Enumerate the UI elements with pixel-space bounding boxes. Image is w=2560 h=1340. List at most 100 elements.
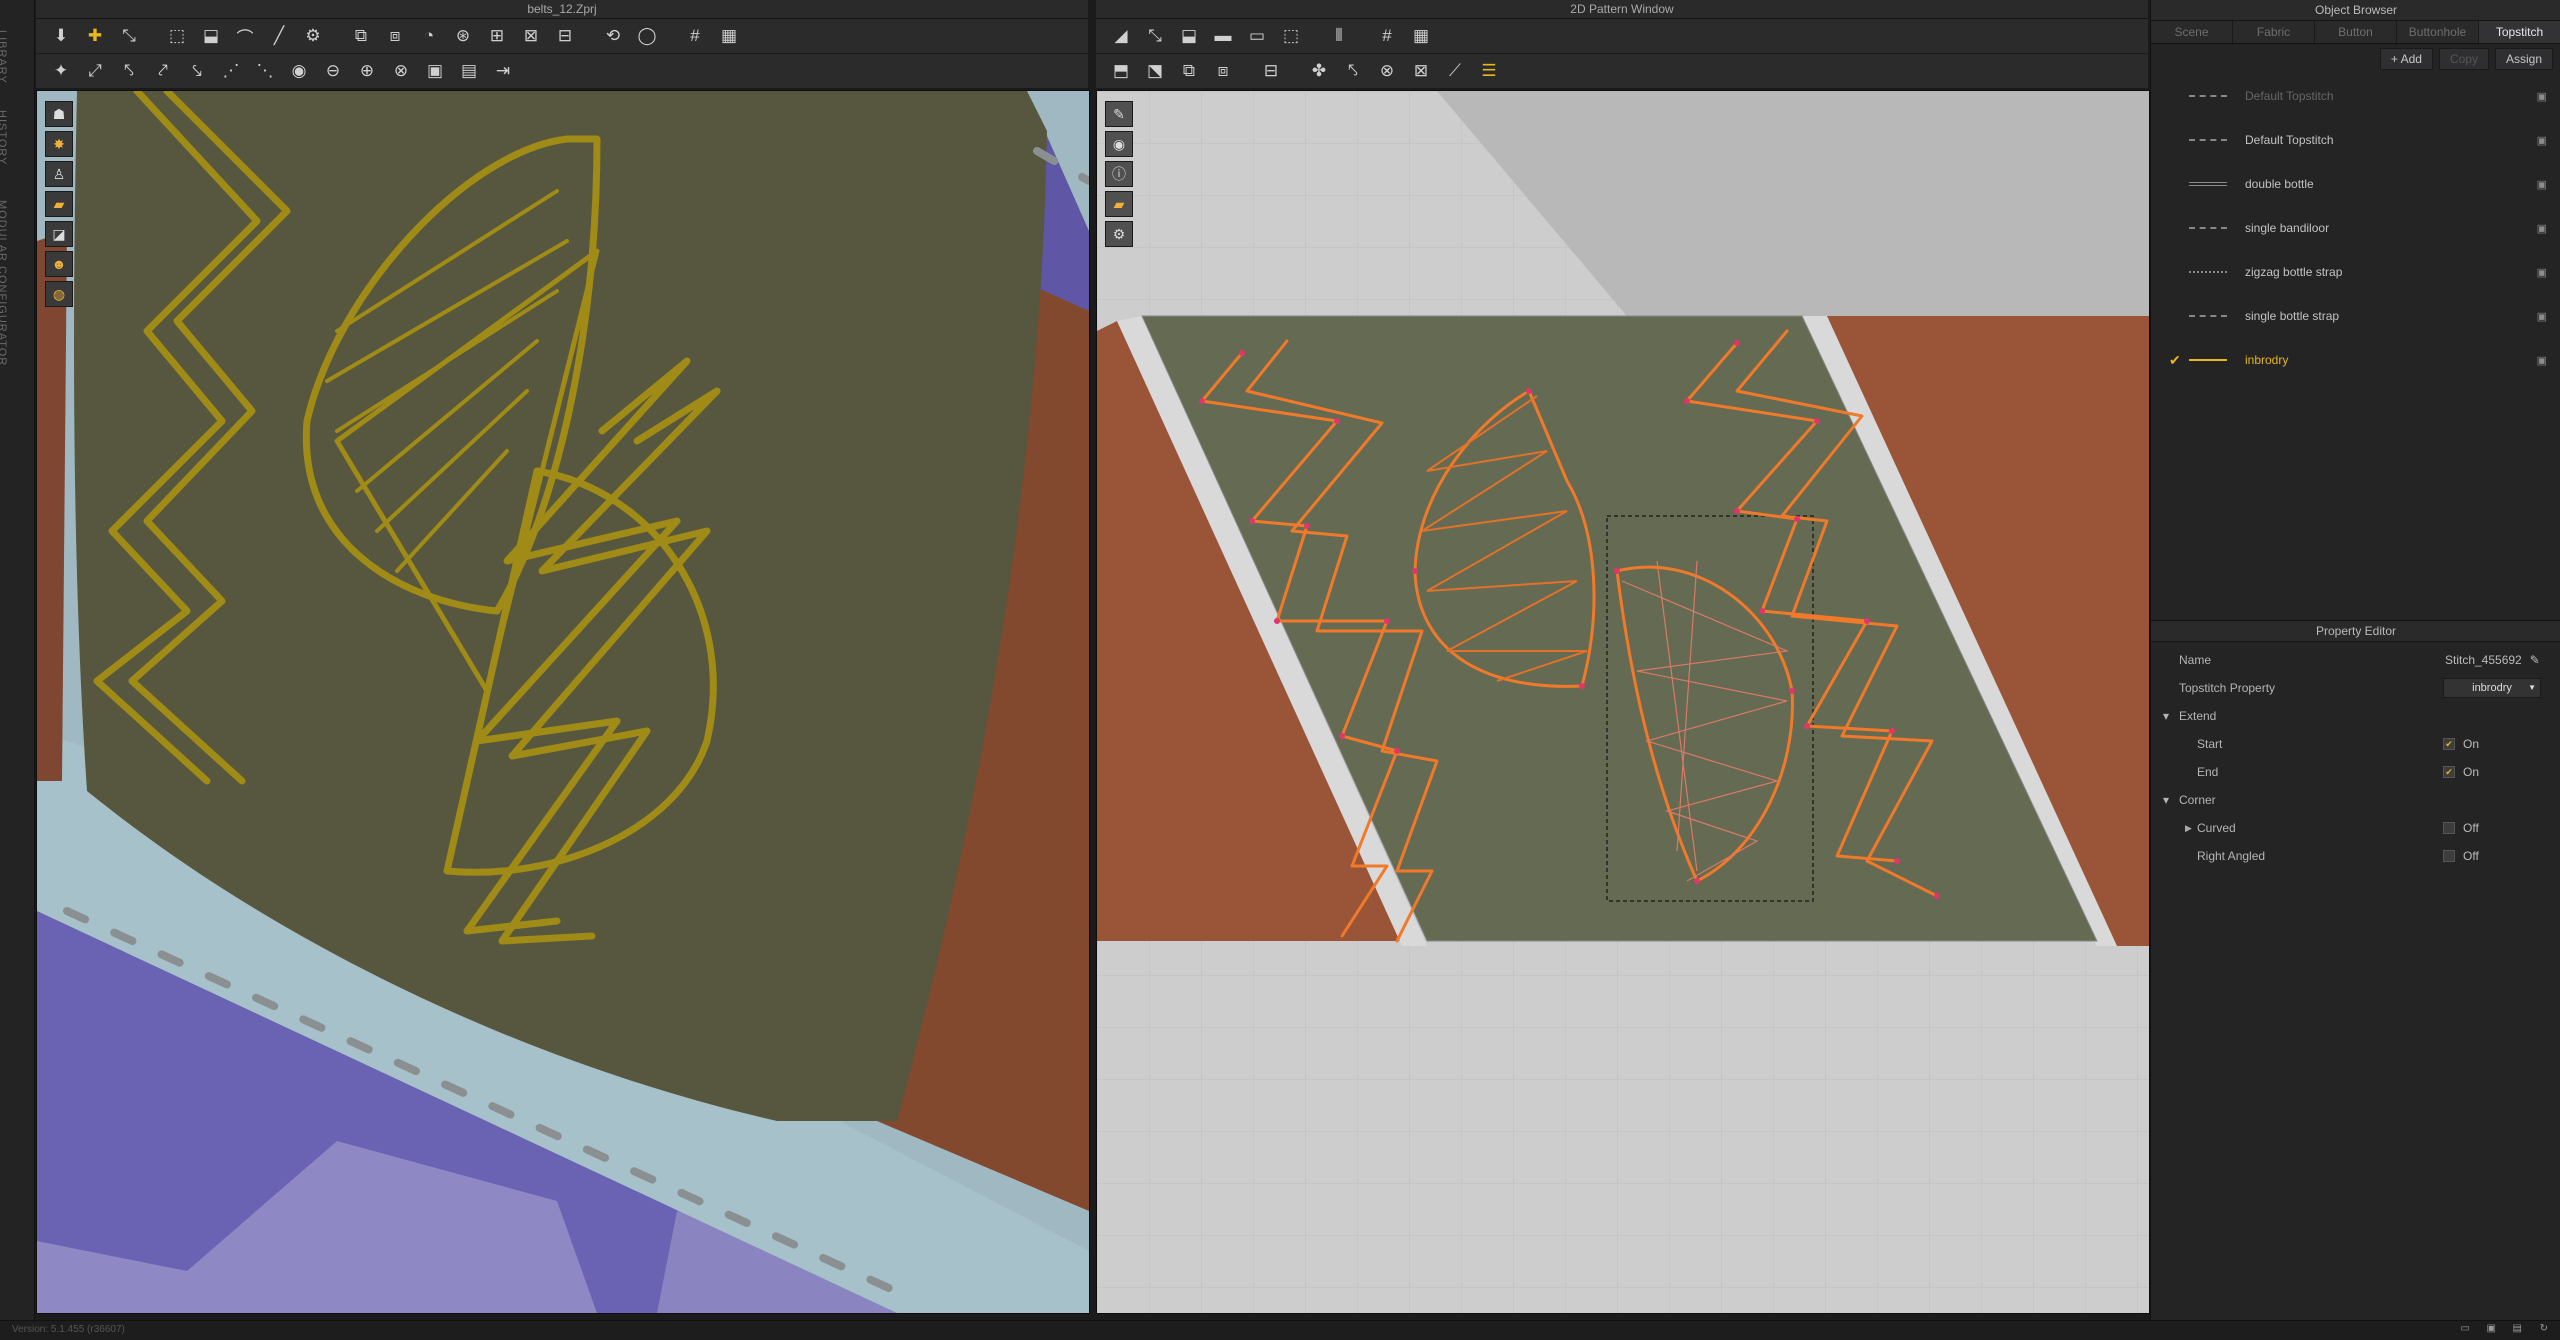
- list-item[interactable]: double bottle ▣: [2151, 162, 2560, 206]
- fold-icon[interactable]: ⊞: [482, 22, 512, 50]
- dart-icon[interactable]: ⦀: [1324, 22, 1354, 50]
- library-tab[interactable]: LIBRARY: [0, 30, 8, 84]
- elastic-icon[interactable]: ⤤: [148, 57, 178, 85]
- 3d-view-icon[interactable]: ▣: [2487, 1323, 2496, 1334]
- layer-icon[interactable]: ⊟: [550, 22, 580, 50]
- name-field[interactable]: Stitch_455692 ✎: [2445, 653, 2540, 667]
- mesh-icon[interactable]: ▦: [714, 22, 744, 50]
- line-icon[interactable]: ╱: [264, 22, 294, 50]
- 2d-view-icon[interactable]: ▤: [2513, 1323, 2522, 1334]
- edit-curve-icon[interactable]: ⌒: [230, 22, 260, 50]
- rectangle-icon[interactable]: ▭: [1242, 22, 1272, 50]
- refresh-icon[interactable]: ↻: [2540, 1323, 2548, 1334]
- arrange-icon[interactable]: ⊛: [448, 22, 478, 50]
- save-icon[interactable]: ▣: [2537, 310, 2547, 323]
- polygon-icon[interactable]: ▬: [1208, 22, 1238, 50]
- pattern-display-icon[interactable]: ✎: [1105, 101, 1133, 127]
- trim-icon[interactable]: ⊕: [352, 57, 382, 85]
- segment-topstitch-icon[interactable]: ⤣: [1338, 57, 1368, 85]
- stitch-icon[interactable]: ⊠: [516, 22, 546, 50]
- avatar-display-icon[interactable]: ☗: [45, 101, 73, 127]
- tab-topstitch[interactable]: Topstitch: [2479, 21, 2560, 43]
- tack-icon[interactable]: ⚙: [298, 22, 328, 50]
- right-angled-checkbox[interactable]: [2443, 850, 2455, 862]
- pin-icon[interactable]: ◔: [414, 22, 444, 50]
- avatar-icon[interactable]: ♙: [45, 161, 73, 187]
- environment-icon[interactable]: ◍: [45, 281, 73, 307]
- measure2d-icon[interactable]: ⟋: [1440, 57, 1470, 85]
- save-icon[interactable]: ▣: [2537, 90, 2547, 103]
- fabric-display-icon[interactable]: ▰: [1105, 191, 1133, 217]
- strap-icon[interactable]: ⤣: [114, 57, 144, 85]
- copy-button[interactable]: Copy: [2438, 48, 2489, 70]
- avatar-pose-icon[interactable]: ✦: [46, 57, 76, 85]
- free-sew2d-icon[interactable]: ⧈: [1208, 57, 1238, 85]
- texture-display-icon[interactable]: ◪: [45, 221, 73, 247]
- list-item[interactable]: single bandiloor ▣: [2151, 206, 2560, 250]
- tab-scene[interactable]: Scene: [2151, 21, 2233, 43]
- ruler-icon[interactable]: ☰: [1474, 57, 1504, 85]
- edit-curvature-icon[interactable]: ⬓: [1174, 22, 1204, 50]
- info-icon[interactable]: ⓘ: [1105, 161, 1133, 187]
- extend-section[interactable]: ▾ Extend: [2151, 702, 2560, 730]
- skin-icon[interactable]: ☻: [45, 251, 73, 277]
- edit-pattern-icon[interactable]: ⤡: [1140, 22, 1170, 50]
- graphic-icon[interactable]: ⊗: [386, 57, 416, 85]
- transform-icon[interactable]: ⬓: [196, 22, 226, 50]
- fabric-icon[interactable]: ▤: [454, 57, 484, 85]
- tape-icon[interactable]: ⟲: [598, 22, 628, 50]
- save-icon[interactable]: ▣: [2537, 134, 2547, 147]
- tab-button[interactable]: Button: [2315, 21, 2397, 43]
- corner-section[interactable]: ▾ Corner: [2151, 786, 2560, 814]
- button-icon[interactable]: ◉: [284, 57, 314, 85]
- tab-buttonhole[interactable]: Buttonhole: [2397, 21, 2479, 43]
- visibility-icon[interactable]: ◉: [1105, 131, 1133, 157]
- zip-icon[interactable]: ⤥: [182, 57, 212, 85]
- lasso-icon[interactable]: ◯: [632, 22, 662, 50]
- modular-configurator-tab[interactable]: MODULAR CONFIGURATOR: [0, 200, 8, 366]
- save-icon[interactable]: ▣: [2537, 178, 2547, 191]
- chevron-right-icon[interactable]: ▶: [2185, 823, 2192, 834]
- free-topstitch-icon[interactable]: ⊗: [1372, 57, 1402, 85]
- list-item[interactable]: zigzag bottle strap ▣: [2151, 250, 2560, 294]
- start-checkbox[interactable]: ✔: [2443, 738, 2455, 750]
- add-point-icon[interactable]: ✚: [80, 22, 110, 50]
- binding-icon[interactable]: ⬔: [1140, 57, 1170, 85]
- transform-pattern-icon[interactable]: ◢: [1106, 22, 1136, 50]
- topstitch-property-dropdown[interactable]: inbrodry ▼: [2443, 678, 2541, 698]
- seam-allowance-icon[interactable]: ⬒: [1106, 57, 1136, 85]
- edit-topstitch-icon[interactable]: ⊠: [1406, 57, 1436, 85]
- segment-sew-icon[interactable]: ⧉: [346, 22, 376, 50]
- render-icon[interactable]: ✸: [45, 131, 73, 157]
- list-item[interactable]: Default Topstitch ▣: [2151, 118, 2560, 162]
- add-button[interactable]: + Add: [2379, 48, 2433, 70]
- move-icon[interactable]: ⬇: [46, 22, 76, 50]
- assign-button[interactable]: Assign: [2494, 48, 2553, 70]
- mesh2d-icon[interactable]: ▦: [1406, 22, 1436, 50]
- pencil-icon[interactable]: ✎: [2530, 653, 2540, 667]
- buttonhole-icon[interactable]: ⊖: [318, 57, 348, 85]
- grid-edit-icon[interactable]: #: [680, 22, 710, 50]
- garment-display-icon[interactable]: ▰: [45, 191, 73, 217]
- topstitch2d-icon[interactable]: ✤: [1304, 57, 1334, 85]
- end-checkbox[interactable]: ✔: [2443, 766, 2455, 778]
- settings-icon[interactable]: ⚙: [1105, 221, 1133, 247]
- curved-checkbox[interactable]: [2443, 822, 2455, 834]
- measure-icon[interactable]: ⤢: [80, 57, 110, 85]
- list-item[interactable]: ✔ inbrodry ▣: [2151, 338, 2560, 382]
- save-icon[interactable]: ▣: [2537, 266, 2547, 279]
- topstitch-icon[interactable]: ⋰: [216, 57, 246, 85]
- save-icon[interactable]: ▣: [2537, 222, 2547, 235]
- align-icon[interactable]: ⇥: [488, 57, 518, 85]
- list-item[interactable]: single bottle strap ▣: [2151, 294, 2560, 338]
- save-icon[interactable]: ▣: [2537, 354, 2547, 367]
- single-view-icon[interactable]: ▭: [2461, 1323, 2470, 1334]
- segment-sew2d-icon[interactable]: ⧉: [1174, 57, 1204, 85]
- fold-arrange-icon[interactable]: ⊟: [1256, 57, 1286, 85]
- grid2d-icon[interactable]: #: [1372, 22, 1402, 50]
- texture-icon[interactable]: ▣: [420, 57, 450, 85]
- viewport-3d[interactable]: ☗ ✸ ♙ ▰ ◪ ☻ ◍: [36, 90, 1090, 1314]
- select-pattern-icon[interactable]: ⬚: [162, 22, 192, 50]
- internal-shape-icon[interactable]: ⬚: [1276, 22, 1306, 50]
- puckering-icon[interactable]: ⋱: [250, 57, 280, 85]
